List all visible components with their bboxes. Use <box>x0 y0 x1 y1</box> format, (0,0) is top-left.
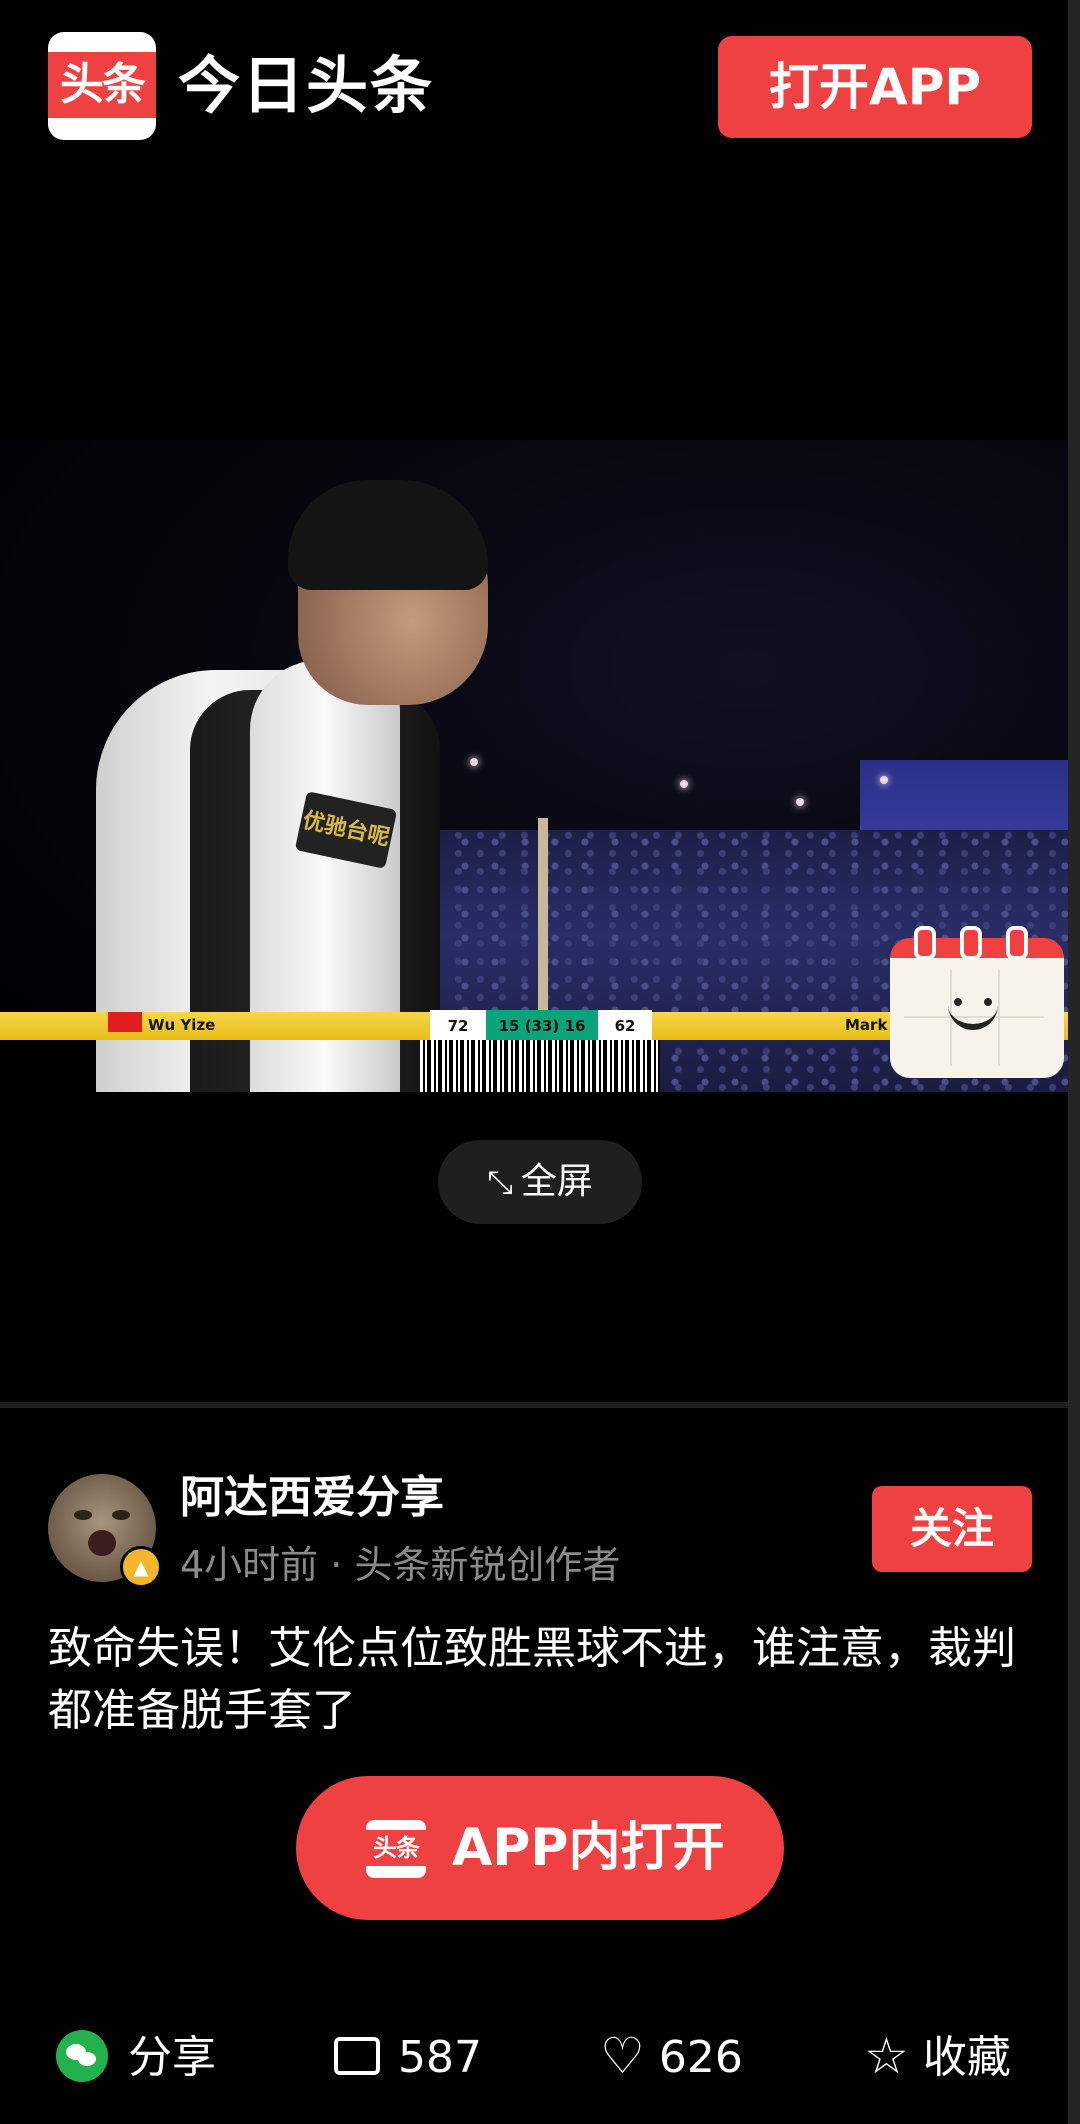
comment-count: 587 <box>398 2032 482 2083</box>
like-count: 626 <box>658 2032 743 2083</box>
frame-score: 15 (33) 16 <box>486 1010 598 1042</box>
barcode-graphic <box>420 1040 660 1092</box>
share-button[interactable]: 分享 <box>56 2020 216 2096</box>
divider <box>0 1402 1068 1408</box>
china-flag-icon <box>108 1012 142 1032</box>
fullscreen-label: 全屏 <box>520 1161 593 1202</box>
collect-button[interactable]: ☆ 收藏 <box>864 2020 1011 2096</box>
fullscreen-button[interactable]: ⤡ 全屏 <box>438 1140 642 1224</box>
comment-icon <box>334 2037 380 2075</box>
open-app-button[interactable]: 打开APP <box>718 36 1032 138</box>
like-button[interactable]: ♡ 626 <box>600 2020 743 2096</box>
star-icon: ☆ <box>864 2027 909 2085</box>
comment-button[interactable]: 587 <box>334 2020 482 2096</box>
author-meta: 4小时前 · 头条新锐创作者 <box>180 1543 621 1587</box>
article-title: 致命失误！艾伦点位致胜黑球不进，谁注意，裁判都准备脱手套了 <box>48 1623 1016 1736</box>
share-label: 分享 <box>128 2032 216 2083</box>
app-logo-text: 头条 <box>48 52 156 118</box>
heart-icon: ♡ <box>600 2027 645 2085</box>
player2-score: 62 <box>614 1017 636 1035</box>
player1-score: 72 <box>447 1017 469 1035</box>
author-name[interactable]: 阿达西爱分享 <box>180 1472 444 1524</box>
open-in-app-label: APP内打开 <box>452 1818 725 1878</box>
collect-label: 收藏 <box>922 2032 1011 2083</box>
scrollbar-edge <box>1068 0 1080 2124</box>
fullscreen-icon: ⤡ <box>487 1163 513 1201</box>
calendar-smile-icon[interactable] <box>890 926 1064 1078</box>
wechat-icon <box>56 2030 108 2082</box>
player1-name: Wu Yize <box>148 1016 216 1034</box>
open-in-app-button[interactable]: 头条 APP内打开 <box>296 1776 784 1920</box>
app-logo: 头条 <box>48 32 156 140</box>
score-box: 72 15 (33) 16 62 <box>430 1010 652 1042</box>
toutiao-logo-icon: 头条 <box>366 1820 426 1878</box>
app-name: 今日头条 <box>178 49 435 122</box>
player-hair <box>288 480 488 590</box>
video-player[interactable]: 优驰台呢 Wu Yize 72 15 (33) 16 62 Mark Allen <box>0 440 1068 1092</box>
follow-button[interactable]: 关注 <box>872 1486 1032 1572</box>
creator-badge-icon: ▲ <box>120 1546 162 1588</box>
